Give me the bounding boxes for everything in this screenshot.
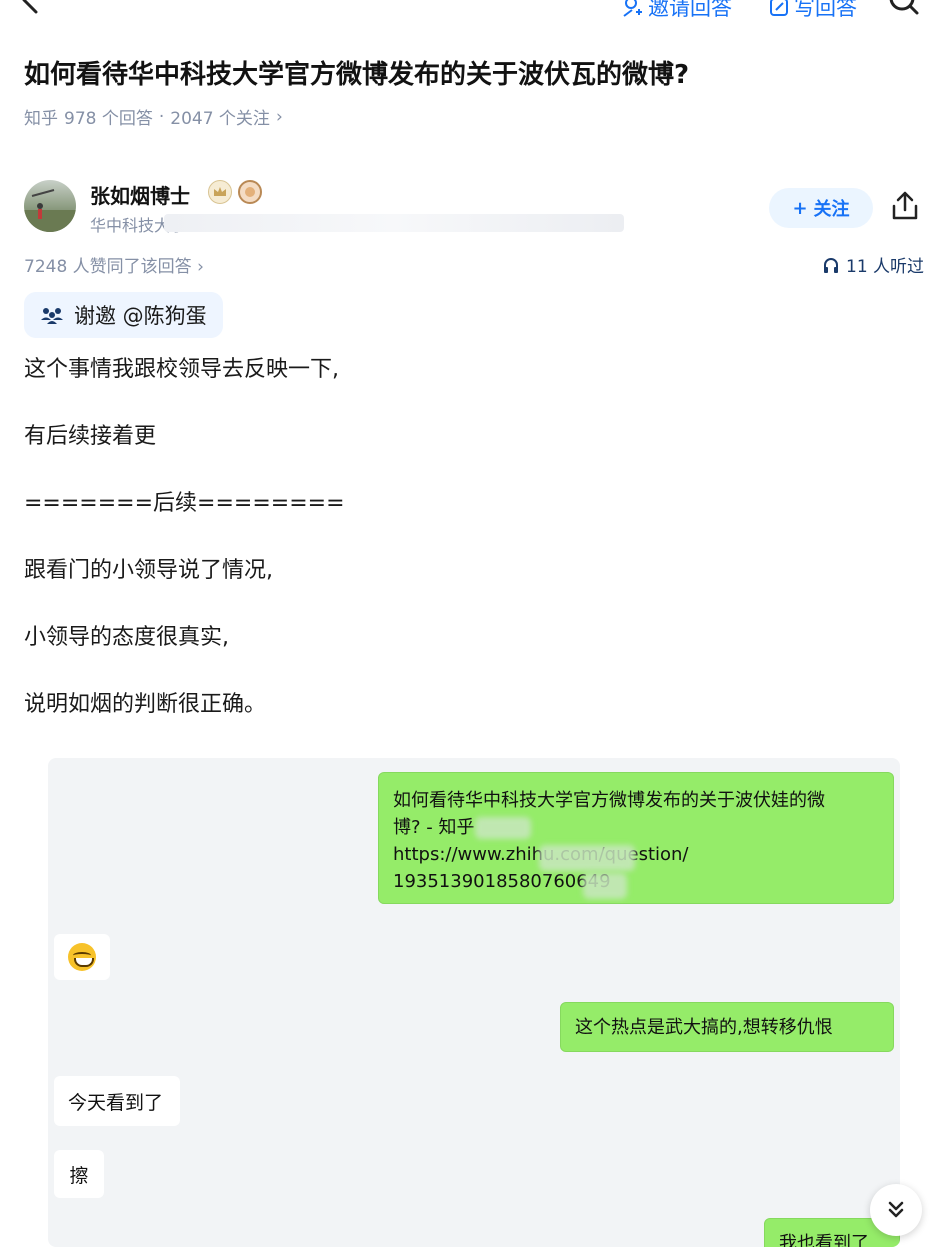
invite-thanks-tag[interactable]: 谢邀 @陈狗蛋 xyxy=(24,292,223,338)
redaction-blur xyxy=(475,817,531,839)
follow-label: 关注 xyxy=(813,199,850,220)
chevron-right-icon: › xyxy=(197,257,204,277)
answer-paragraph: =======后续======== xyxy=(24,491,345,516)
people-icon xyxy=(41,308,63,324)
meta-separator: · xyxy=(158,106,165,127)
invite-label: 邀请回答 xyxy=(648,0,732,20)
source-label: 知乎 xyxy=(24,109,58,129)
upvote-summary[interactable]: 7248 人赞同了该回答 › xyxy=(24,252,204,277)
follow-button[interactable]: + 关注 xyxy=(769,188,873,228)
answer-paragraph: 跟看门的小领导说了情况, xyxy=(24,558,273,583)
search-icon[interactable] xyxy=(884,0,920,18)
link-id-line: 1935139018580760649 xyxy=(393,871,611,892)
follower-count: 2047 个关注 xyxy=(170,109,270,129)
write-label: 写回答 xyxy=(794,0,857,20)
answer-paragraph: 小领导的态度很真实, xyxy=(24,625,229,650)
question-title[interactable]: 如何看待华中科技大学官方微博发布的关于波伏瓦的微博? xyxy=(24,56,924,94)
thanks-label: 谢邀 @陈狗蛋 xyxy=(74,304,207,328)
bio-redaction xyxy=(164,214,624,232)
scroll-down-button[interactable] xyxy=(870,1184,922,1236)
share-icon[interactable] xyxy=(890,190,920,222)
double-chevron-down-icon xyxy=(888,1201,904,1218)
redaction-blur xyxy=(583,873,627,899)
listen-count[interactable]: 11 人听过 xyxy=(822,252,924,277)
top-bar: 邀请回答 写回答 xyxy=(0,0,944,24)
medal-badge-icon xyxy=(238,180,262,204)
crown-badge-icon xyxy=(208,180,232,204)
avatar[interactable] xyxy=(24,180,76,232)
answer-paragraph: 有后续接着更 xyxy=(24,424,157,449)
redaction-blur xyxy=(539,845,635,871)
back-icon[interactable] xyxy=(18,0,44,16)
avatar-image xyxy=(24,189,76,232)
chevron-right-icon: › xyxy=(275,106,283,127)
headphones-icon xyxy=(824,257,838,273)
author-row: 张如烟博士 华中科技大学 + 关注 xyxy=(24,178,924,238)
question-meta[interactable]: 知乎 978 个回答 · 2047 个关注 › xyxy=(24,104,283,130)
answer-paragraph: 这个事情我跟校领导去反映一下, xyxy=(24,357,339,382)
write-icon xyxy=(770,0,788,16)
upvote-count: 7248 人赞同了该回答 xyxy=(24,257,192,277)
chat-message: 这个热点是武大搞的,想转移仇恨 xyxy=(560,1002,894,1052)
answer-count: 978 个回答 xyxy=(64,109,153,129)
invite-answer-button[interactable]: 邀请回答 xyxy=(622,0,732,22)
plus-icon: + xyxy=(792,197,808,219)
invite-icon xyxy=(623,0,642,17)
chat-message: 今天看到了 xyxy=(54,1076,180,1126)
listen-label: 11 人听过 xyxy=(846,257,925,277)
link-source-line: 博? - 知乎 xyxy=(393,817,475,838)
link-url-line: https://www.zhihu.com/question/ xyxy=(393,841,879,868)
answer-paragraph: 说明如烟的判断很正确。 xyxy=(24,692,267,717)
chat-message-link: 如何看待华中科技大学官方微博发布的关于波伏娃的微 博? - 知乎 https:/… xyxy=(378,772,894,904)
laughing-emoji-icon xyxy=(68,943,96,971)
chat-message: 擦 xyxy=(54,1150,104,1198)
author-name[interactable]: 张如烟博士 xyxy=(90,180,190,209)
chat-message-emoji xyxy=(54,934,110,980)
answer-content: 这个事情我跟校领导去反映一下, 有后续接着更 =======后续========… xyxy=(24,352,924,754)
write-answer-button[interactable]: 写回答 xyxy=(768,0,857,22)
chat-screenshot: 如何看待华中科技大学官方微博发布的关于波伏娃的微 博? - 知乎 https:/… xyxy=(48,758,900,1247)
link-title-line: 如何看待华中科技大学官方微博发布的关于波伏娃的微 xyxy=(393,790,825,811)
